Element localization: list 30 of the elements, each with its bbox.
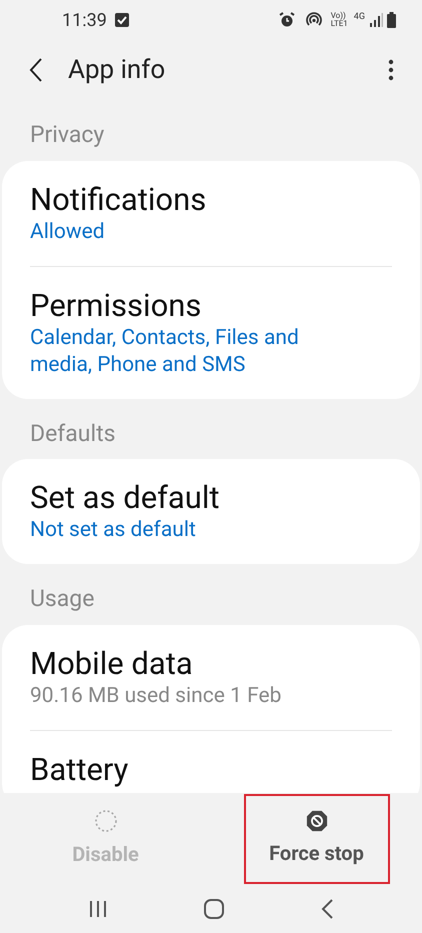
more-options-icon[interactable] (388, 59, 394, 81)
signal-icon (369, 13, 383, 27)
back-icon[interactable] (28, 57, 44, 83)
network-label: 4G (354, 13, 365, 22)
home-icon[interactable] (204, 899, 224, 919)
recent-apps-icon[interactable] (88, 900, 108, 918)
section-heading: Defaults (29, 418, 116, 448)
setting-subtitle: Allowed (30, 218, 106, 246)
page-title: App info (68, 54, 166, 86)
setting-title[interactable]: Set as default (30, 479, 392, 517)
setting-title[interactable]: Permissions (30, 286, 392, 324)
volte-label: Vo)) (330, 12, 347, 20)
battery-icon (387, 12, 396, 28)
status-time: 11:39 (62, 8, 107, 32)
setting-title[interactable]: Battery (30, 750, 392, 788)
action-button[interactable]: Force stop (244, 794, 390, 884)
setting-subtitle: Not set as default (30, 517, 197, 544)
alarm-icon (278, 12, 295, 28)
setting-title[interactable]: Mobile data (30, 644, 392, 682)
back-nav-icon[interactable] (320, 899, 334, 919)
dotted-circle-icon (94, 809, 118, 833)
section-heading: Usage (29, 584, 96, 614)
section-heading: Privacy (29, 120, 106, 150)
hotspot-icon (304, 12, 323, 28)
checkbox-notification-icon (114, 13, 129, 27)
stop-icon (306, 810, 328, 832)
setting-subtitle: 90.16 MB used since 1 Feb (30, 682, 282, 710)
lte-label: LTE1 (330, 20, 348, 28)
setting-title[interactable]: Notifications (30, 180, 392, 218)
setting-subtitle: Calendar, Contacts, Files and media, Phone and SMS (30, 324, 300, 378)
